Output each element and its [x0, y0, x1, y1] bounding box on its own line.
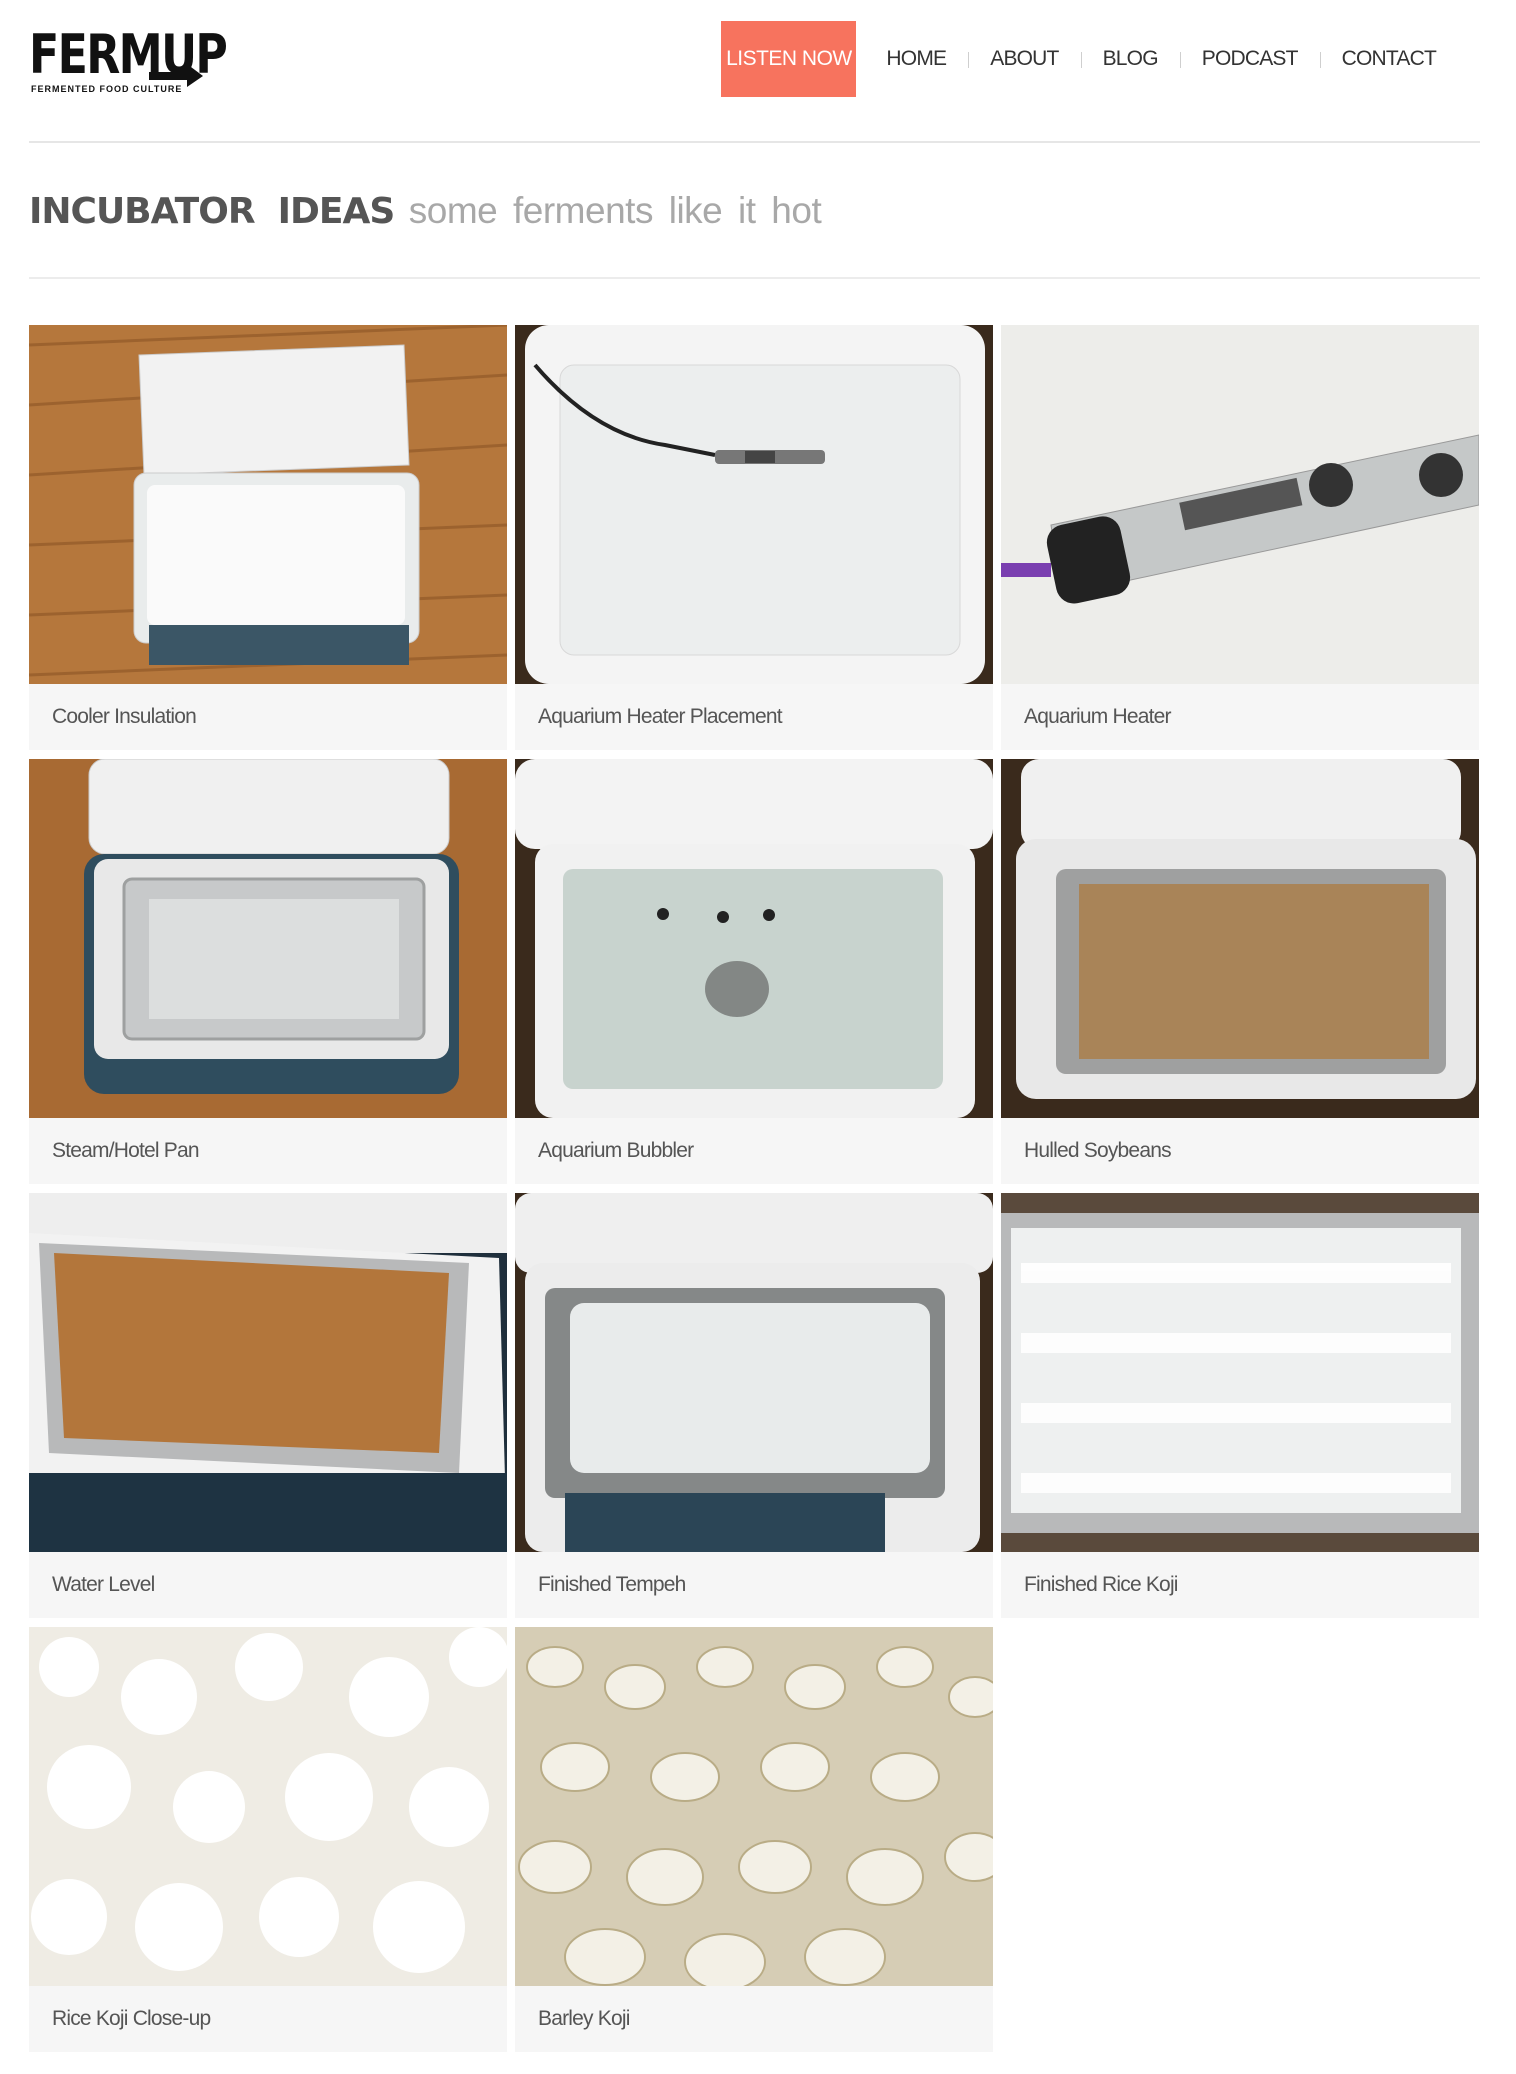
- gallery-caption: Water Level: [52, 1573, 155, 1596]
- nav-podcast[interactable]: PODCAST: [1179, 47, 1320, 71]
- nav-home[interactable]: HOME: [864, 47, 968, 71]
- gallery-item[interactable]: Aquarium Bubbler: [515, 759, 993, 1184]
- page-subtitle: some ferments like it hot: [408, 190, 822, 231]
- gallery-item[interactable]: Rice Koji Close-up: [29, 1627, 507, 2052]
- gallery-item[interactable]: Finished Rice Koji: [1001, 1193, 1479, 1618]
- gallery-item[interactable]: Barley Koji: [515, 1627, 993, 2052]
- gallery-caption: Steam/Hotel Pan: [52, 1139, 200, 1162]
- gallery-caption: Aquarium Heater Placement: [538, 705, 783, 728]
- gallery-item[interactable]: Finished Tempeh: [515, 1193, 993, 1618]
- nav-blog[interactable]: BLOG: [1080, 47, 1180, 71]
- gallery-caption: Rice Koji Close-up: [52, 2007, 211, 2030]
- site-header: FERMUP FERMENTED FOOD CULTURE LISTEN NOW…: [29, 0, 1480, 143]
- gallery-item[interactable]: Steam/Hotel Pan: [29, 759, 507, 1184]
- page-title-main: INCUBATOR IDEAS: [29, 191, 395, 232]
- gallery-item[interactable]: Water Level: [29, 1193, 507, 1618]
- aquarium-heater-placement-photo[interactable]: [515, 325, 993, 684]
- steam-hotel-pan-photo[interactable]: [29, 759, 507, 1118]
- gallery-caption: Finished Rice Koji: [1024, 1573, 1178, 1596]
- listen-now-button[interactable]: LISTEN NOW: [721, 21, 857, 97]
- gallery-item[interactable]: Aquarium Heater Placement: [515, 325, 993, 750]
- gallery-caption: Hulled Soybeans: [1024, 1139, 1172, 1162]
- finished-rice-koji-photo[interactable]: [1001, 1193, 1479, 1552]
- main-nav: LISTEN NOW HOME ABOUT BLOG PODCAST CONTA…: [721, 21, 1458, 97]
- gallery-item[interactable]: Cooler Insulation: [29, 325, 507, 750]
- gallery-caption: Aquarium Bubbler: [538, 1139, 694, 1162]
- gallery-caption: Aquarium Heater: [1024, 705, 1172, 728]
- gallery-item[interactable]: Hulled Soybeans: [1001, 759, 1479, 1184]
- water-level-photo[interactable]: [29, 1193, 507, 1552]
- hulled-soybeans-photo[interactable]: [1001, 759, 1479, 1118]
- barley-koji-photo[interactable]: [515, 1627, 993, 1986]
- aquarium-heater-photo[interactable]: [1001, 325, 1479, 684]
- title-divider: [29, 277, 1480, 279]
- gallery-item[interactable]: Aquarium Heater: [1001, 325, 1479, 750]
- aquarium-bubbler-photo[interactable]: [515, 759, 993, 1118]
- nav-about[interactable]: ABOUT: [968, 47, 1080, 71]
- gallery-caption: Cooler Insulation: [52, 705, 197, 728]
- gallery-caption: Finished Tempeh: [538, 1573, 686, 1596]
- cooler-insulation-photo[interactable]: [29, 325, 507, 684]
- logo-tagline: FERMENTED FOOD CULTURE: [31, 84, 183, 94]
- rice-koji-closeup-photo[interactable]: [29, 1627, 507, 1986]
- finished-tempeh-photo[interactable]: [515, 1193, 993, 1552]
- nav-contact[interactable]: CONTACT: [1319, 47, 1458, 71]
- gallery-caption: Barley Koji: [538, 2007, 630, 2030]
- page-title: INCUBATOR IDEAS some ferments like it ho…: [29, 190, 822, 232]
- site-logo[interactable]: FERMUP FERMENTED FOOD CULTURE: [29, 28, 228, 100]
